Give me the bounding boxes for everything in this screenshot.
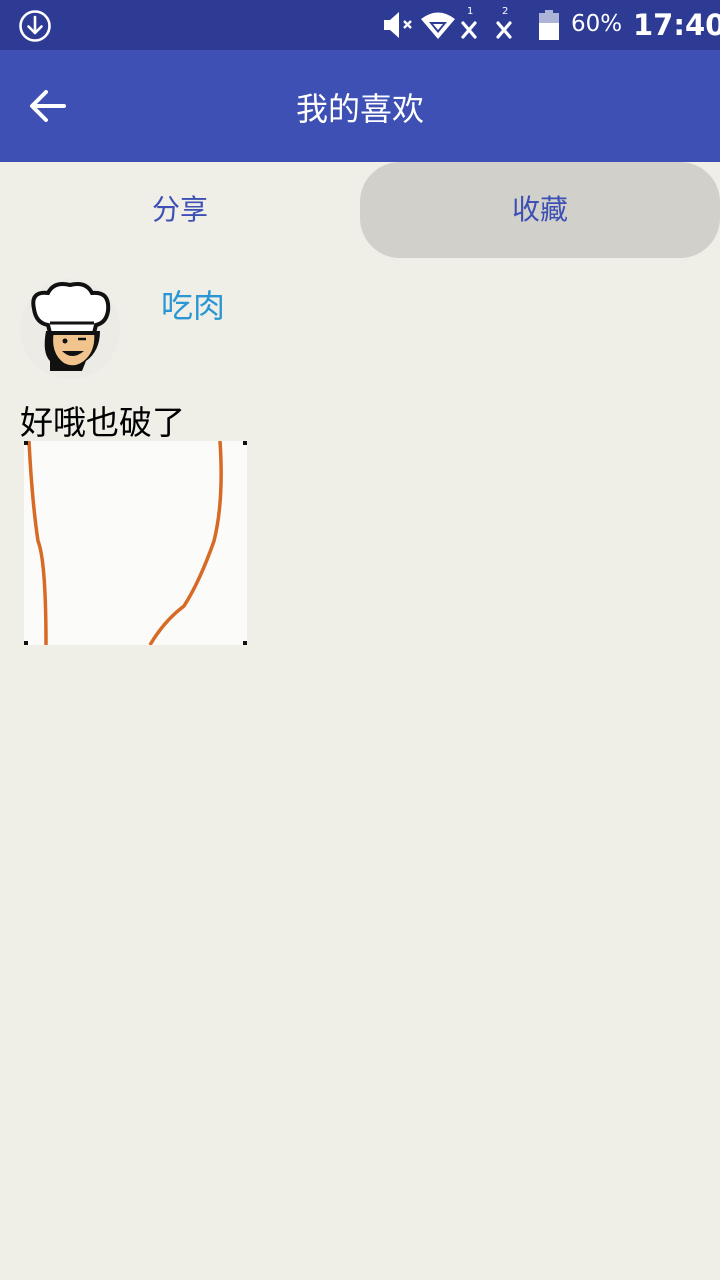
download-icon	[19, 10, 51, 42]
sim1-label: 1	[467, 6, 474, 17]
wifi-icon	[421, 12, 455, 39]
page-title: 我的喜欢	[295, 90, 424, 128]
tab-share[interactable]: 分享	[0, 162, 360, 258]
drawing-image	[24, 441, 247, 645]
chef-avatar-icon	[31, 282, 111, 371]
battery-icon	[539, 10, 559, 40]
post-image[interactable]	[24, 441, 247, 645]
sim2-label: 2	[502, 6, 509, 17]
avatar[interactable]	[20, 279, 120, 379]
tab-favorites[interactable]: 收藏	[360, 162, 720, 258]
status-bar: 1 2 60% 17:40	[0, 0, 720, 50]
volume-muted-icon	[384, 12, 412, 38]
app-bar: 我的喜欢	[0, 50, 720, 162]
battery-percent: 60%	[571, 11, 623, 37]
post-username[interactable]: 吃肉	[161, 281, 225, 327]
clock: 17:40	[633, 8, 720, 42]
post-text: 好哦也破了	[20, 403, 185, 442]
